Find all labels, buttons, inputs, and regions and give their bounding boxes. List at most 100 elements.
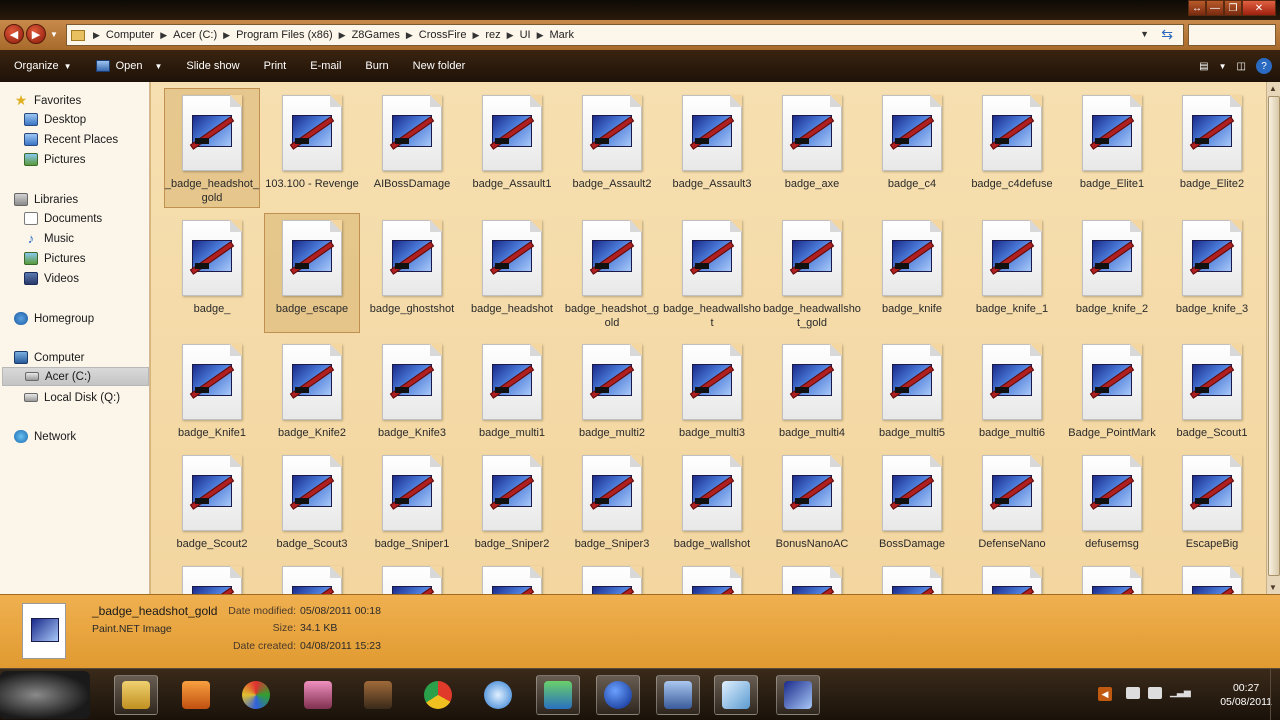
breadcrumb-ui[interactable]: UI [520,29,531,41]
file-item[interactable]: badge_axe [764,88,860,208]
nav-network[interactable]: Network [14,427,76,446]
close-button[interactable]: ✕ [1242,0,1276,16]
file-item[interactable]: badge_Sniper2 [464,448,560,568]
maximize-button[interactable]: ❐ [1224,0,1242,16]
nav-homegroup[interactable]: Homegroup [14,309,94,328]
taskbar-clock[interactable]: 00:27 05/08/2011 [1220,681,1272,709]
file-item[interactable]: AIBossDamage [364,88,460,208]
breadcrumb-mark[interactable]: Mark [550,29,574,41]
taskbar-globe-app[interactable] [596,675,640,715]
file-item[interactable]: badge_Elite2 [1164,88,1260,208]
nav-videos[interactable]: Videos [24,269,79,288]
file-item[interactable]: badge_wallshot [664,448,760,568]
file-item[interactable]: badge_Assault2 [564,88,660,208]
file-item[interactable] [1164,559,1260,594]
file-item[interactable]: badge_ [164,213,260,333]
recent-pages-dropdown[interactable]: ▼ [50,30,58,39]
nav-acer-drive[interactable]: Acer (C:) [2,367,149,386]
nav-pictures-favorite[interactable]: Pictures [24,150,86,169]
file-item[interactable]: EscapeBig [1164,448,1260,568]
file-item[interactable]: DefenseNano [964,448,1060,568]
scroll-up-icon[interactable]: ▲ [1269,84,1277,93]
battery-icon[interactable] [1148,687,1162,699]
file-item[interactable]: badge_knife_1 [964,213,1060,333]
nav-desktop[interactable]: Desktop [24,110,86,129]
file-item[interactable]: badge_multi2 [564,337,660,457]
file-item[interactable]: 103.100 - Revenge [264,88,360,208]
file-item[interactable]: badge_multi3 [664,337,760,457]
switch-button[interactable]: ↔ [1188,0,1206,16]
address-dropdown-icon[interactable]: ▼ [1140,29,1149,39]
file-item[interactable]: badge_Sniper3 [564,448,660,568]
file-item[interactable]: badge_Scout3 [264,448,360,568]
file-item[interactable] [264,559,360,594]
file-item[interactable]: badge_Scout1 [1164,337,1260,457]
taskbar-image-app[interactable] [296,675,340,715]
taskbar-window-app[interactable] [714,675,758,715]
file-item[interactable] [164,559,260,594]
tray-app-icon[interactable] [1126,687,1140,699]
file-item[interactable]: badge_multi5 [864,337,960,457]
file-item[interactable]: badge_Elite1 [1064,88,1160,208]
file-item[interactable]: badge_multi4 [764,337,860,457]
scroll-thumb[interactable] [1268,96,1280,576]
breadcrumb-rez[interactable]: rez [485,29,500,41]
breadcrumb-separator[interactable]: ▶ [507,30,514,41]
breadcrumb-separator[interactable]: ▶ [93,30,100,41]
nav-favorites[interactable]: ★ Favorites [14,91,82,110]
file-item[interactable]: defusemsg [1064,448,1160,568]
file-item[interactable] [364,559,460,594]
burn-button[interactable]: Burn [365,60,388,72]
breadcrumb-acer[interactable]: Acer (C:) [173,29,217,41]
file-item[interactable]: badge_knife_2 [1064,213,1160,333]
nav-computer[interactable]: Computer [14,348,85,367]
nav-local-disk[interactable]: Local Disk (Q:) [24,388,120,407]
file-item[interactable] [864,559,960,594]
scroll-down-icon[interactable]: ▼ [1269,583,1277,592]
file-item[interactable]: BossDamage [864,448,960,568]
refresh-icon[interactable]: ⇆ [1161,26,1173,43]
nav-music[interactable]: ♪ Music [24,229,74,248]
search-input[interactable] [1188,24,1276,46]
chevron-down-icon[interactable]: ▼ [154,62,162,71]
file-item[interactable]: badge_Scout2 [164,448,260,568]
file-item[interactable]: badge_headwallshot [663,213,761,333]
nav-libraries[interactable]: Libraries [14,190,78,209]
file-item[interactable]: badge_Sniper1 [364,448,460,568]
file-item[interactable]: badge_knife [864,213,960,333]
file-item[interactable]: Badge_PointMark [1064,337,1160,457]
taskbar-paint-net[interactable] [776,675,820,715]
breadcrumb-separator[interactable]: ▶ [537,30,544,41]
minimize-button[interactable]: — [1206,0,1224,16]
file-item[interactable]: _badge_headshot_gold [164,88,260,208]
file-item[interactable] [664,559,760,594]
breadcrumb-computer[interactable]: Computer [106,29,154,41]
file-item[interactable]: badge_escape [264,213,360,333]
taskbar-messenger[interactable] [536,675,580,715]
file-item[interactable] [464,559,560,594]
nav-documents[interactable]: Documents [24,209,102,228]
taskbar-chrome[interactable] [416,675,460,715]
start-button[interactable] [0,671,90,719]
file-item[interactable]: badge_headshot_gold [564,213,660,333]
taskbar-explorer[interactable] [114,675,158,715]
show-desktop-button[interactable] [1270,669,1280,720]
show-hidden-icons-button[interactable]: ◀ [1098,687,1112,701]
email-button[interactable]: E-mail [310,60,341,72]
file-item[interactable]: badge_Knife2 [264,337,360,457]
nav-pictures[interactable]: Pictures [24,249,86,268]
breadcrumb-separator[interactable]: ▶ [472,30,479,41]
file-item[interactable]: badge_knife_3 [1164,213,1260,333]
taskbar-media-player[interactable] [174,675,218,715]
breadcrumb-separator[interactable]: ▶ [223,30,230,41]
slideshow-button[interactable]: Slide show [186,60,239,72]
breadcrumb-crossfire[interactable]: CrossFire [419,29,467,41]
file-item[interactable]: badge_Knife3 [364,337,460,457]
taskbar-game[interactable] [356,675,400,715]
taskbar-paint-shop[interactable] [234,675,278,715]
breadcrumb-separator[interactable]: ▶ [160,30,167,41]
back-button[interactable]: ◀ [4,24,24,44]
address-bar[interactable]: ▶ Computer ▶ Acer (C:) ▶ Program Files (… [66,24,1184,46]
file-item[interactable]: badge_headshot [464,213,560,333]
new-folder-button[interactable]: New folder [413,60,466,72]
